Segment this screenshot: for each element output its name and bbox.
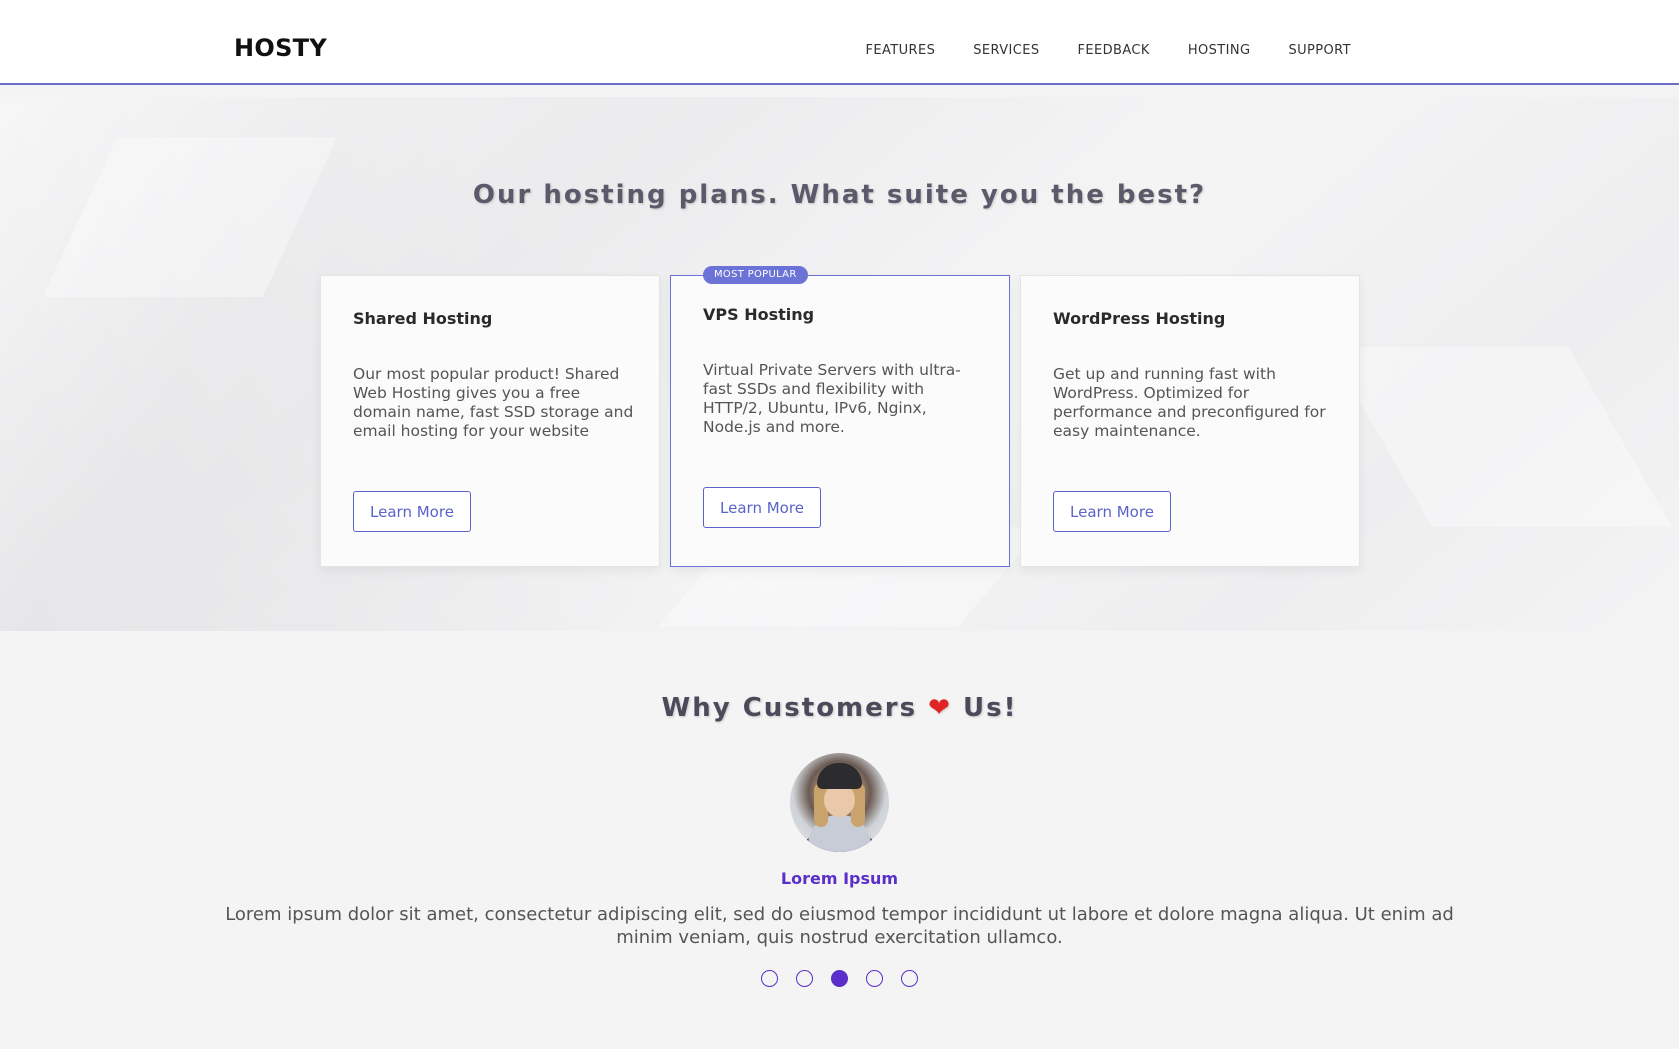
learn-more-button[interactable]: Learn More [703, 487, 821, 528]
customer-name: Lorem Ipsum [780, 869, 899, 888]
carousel-dot-4[interactable] [866, 970, 883, 987]
nav-menu: FEATURES SERVICES FEEDBACK HOSTING SUPPO… [828, 43, 1351, 58]
nav-item-hosting[interactable]: HOSTING [1188, 43, 1251, 58]
brand-logo[interactable]: HOSTY [234, 34, 327, 62]
plan-description: Virtual Private Servers with ultra-fast … [703, 361, 961, 436]
carousel-dots [0, 970, 1679, 987]
carousel-dot-2[interactable] [796, 970, 813, 987]
plan-title: VPS Hosting [703, 305, 815, 324]
hosting-plans-section: Our hosting plans. What suite you the be… [0, 97, 1679, 631]
customer-avatar [790, 753, 889, 852]
testimonials-section: Why Customers ❤ Us! Lorem Ipsum Lorem ip… [0, 631, 1679, 1049]
learn-more-button[interactable]: Learn More [353, 491, 471, 532]
most-popular-badge: MOST POPULAR [703, 266, 808, 284]
nav-item-feedback[interactable]: FEEDBACK [1078, 43, 1150, 58]
avatar-hat [817, 763, 862, 789]
plan-description: Our most popular product! Shared Web Hos… [353, 365, 634, 440]
plan-description: Get up and running fast with WordPress. … [1053, 365, 1326, 440]
learn-more-button[interactable]: Learn More [1053, 491, 1171, 532]
plan-card-shared: Shared Hosting Our most popular product!… [320, 275, 660, 567]
nav-item-support[interactable]: SUPPORT [1288, 43, 1351, 58]
plan-title: Shared Hosting [353, 309, 493, 328]
plans-heading: Our hosting plans. What suite you the be… [472, 180, 1207, 210]
plan-card-wordpress: WordPress Hosting Get up and running fas… [1020, 275, 1360, 567]
heart-icon: ❤ [928, 693, 952, 723]
background-facet [1328, 347, 1672, 527]
plan-title: WordPress Hosting [1053, 309, 1226, 328]
carousel-dot-3[interactable] [831, 970, 848, 987]
testimonials-heading: Why Customers ❤ Us! [0, 693, 1679, 723]
carousel-dot-1[interactable] [761, 970, 778, 987]
nav-item-features[interactable]: FEATURES [866, 43, 936, 58]
nav-item-services[interactable]: SERVICES [973, 43, 1039, 58]
testimonial-quote: Lorem ipsum dolor sit amet, consectetur … [225, 904, 1454, 948]
carousel-dot-5[interactable] [901, 970, 918, 987]
heading-text-start: Why Customers [661, 693, 918, 723]
background-facet [42, 137, 338, 297]
heading-text-end: Us! [963, 693, 1018, 723]
top-navbar: HOSTY FEATURES SERVICES FEEDBACK HOSTING… [0, 0, 1679, 85]
plan-card-vps: MOST POPULAR VPS Hosting Virtual Private… [670, 266, 1010, 567]
